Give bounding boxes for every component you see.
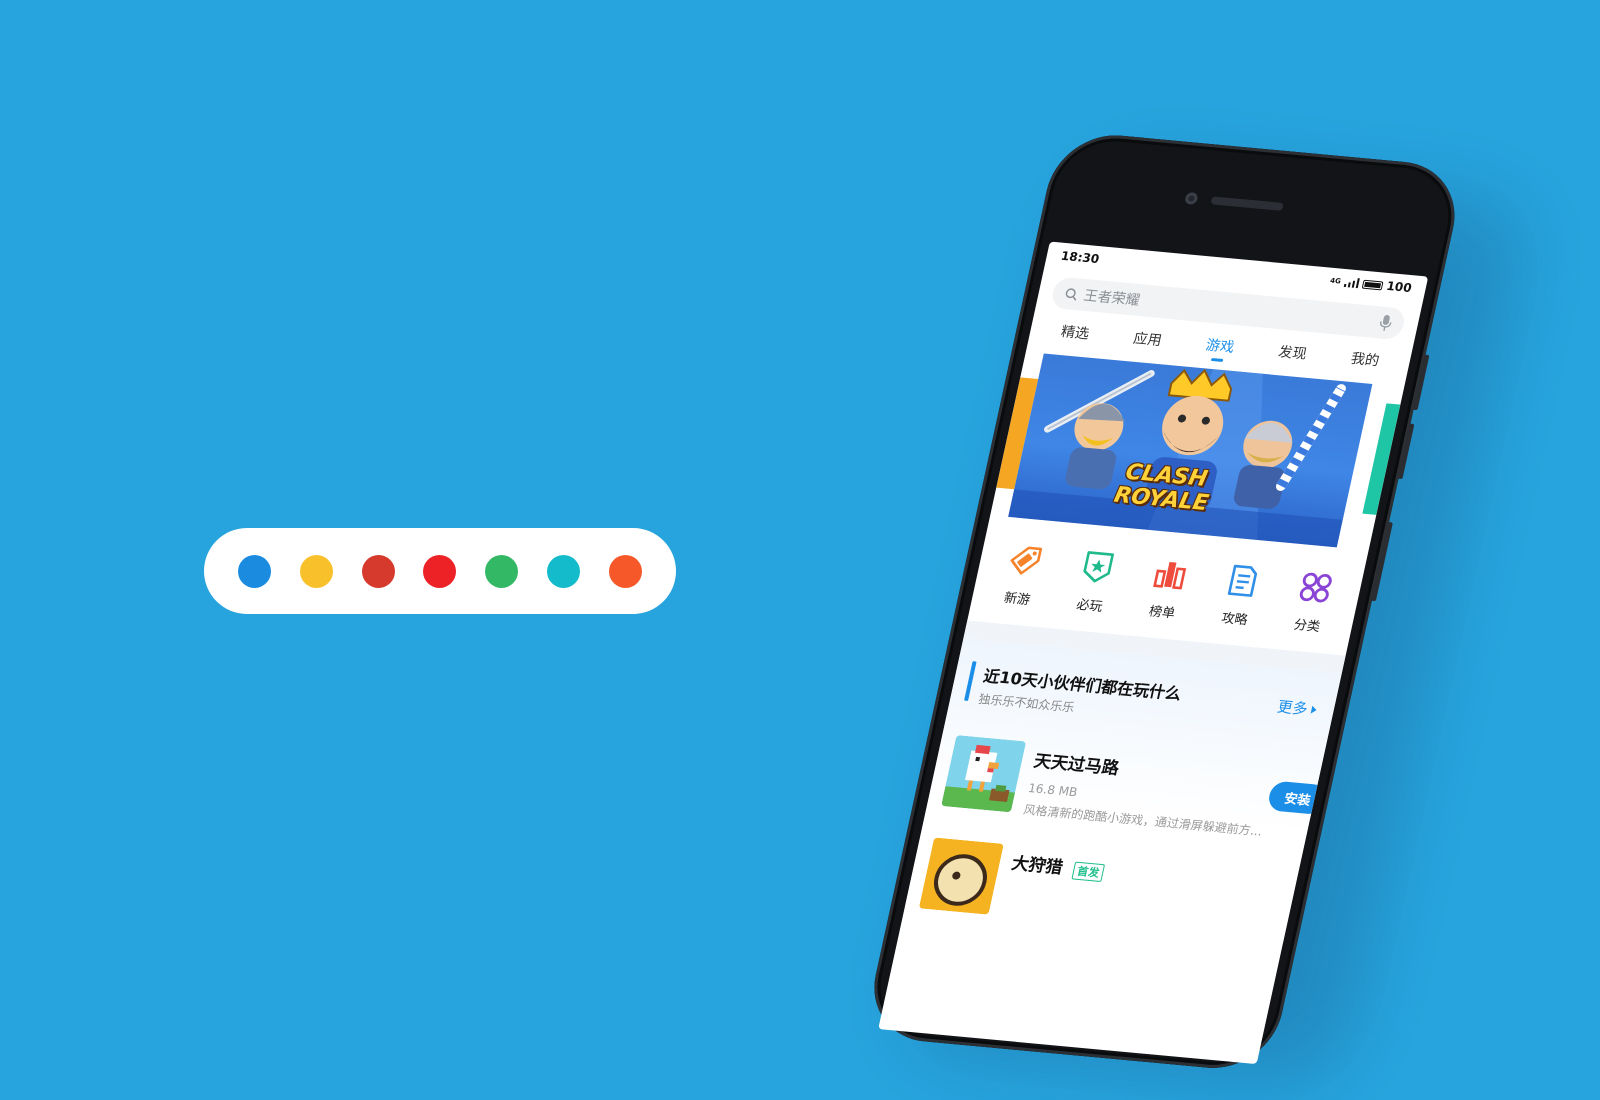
category-grid-icon (1294, 568, 1338, 607)
tab-discover[interactable]: 发现 (1275, 341, 1309, 371)
tab-mine[interactable]: 我的 (1347, 348, 1381, 378)
palette-swatch (423, 554, 457, 588)
search-placeholder: 王者荣耀 (1082, 288, 1142, 309)
section-header: 近10天小伙伴们都在玩什么 独乐乐不如众乐乐 更多 (963, 661, 1321, 738)
banner-clash-royale[interactable]: CLASH ROYALE (1008, 353, 1373, 548)
banner-artwork (1008, 368, 1346, 548)
palette-swatch (299, 554, 333, 588)
tab-featured[interactable]: 精选 (1057, 321, 1091, 351)
front-camera-icon (1184, 191, 1199, 205)
ranking-bars-icon (1149, 555, 1193, 594)
quick-link-label: 必玩 (1074, 597, 1104, 615)
palette-swatch (608, 554, 642, 588)
palette-swatch (361, 554, 395, 588)
app-info: 天天过马路 16.8 MB 风格清新的跑酷小游戏，通过滑屏躲避前方... (1022, 743, 1277, 840)
app-list-item[interactable]: 大狩猎 首发 (918, 837, 1283, 940)
more-link[interactable]: 更多 (1275, 696, 1319, 720)
quick-link-label: 攻略 (1219, 611, 1249, 629)
quick-link-label: 榜单 (1147, 604, 1177, 622)
quick-link-label: 新游 (1002, 590, 1032, 609)
battery-icon (1361, 279, 1384, 290)
quick-link-new-games[interactable]: 新游 (997, 541, 1047, 608)
banner-carousel: CLASH ROYALE (990, 352, 1404, 551)
battery-level: 100 (1385, 278, 1414, 296)
star-badge-icon (1076, 548, 1120, 587)
section-accent-bar (964, 661, 977, 701)
quick-links: 新游 必玩 榜单 攻略 分类 (971, 539, 1363, 638)
phone-mockup: 18:30 4G 100 王者荣耀 精选 应用 游戏 发现 我的 CLASH R… (858, 130, 1532, 1095)
status-indicators: 4G 100 (1329, 274, 1413, 295)
microphone-icon[interactable] (1378, 313, 1394, 332)
crossy-road-app-icon (941, 735, 1027, 813)
section-heading: 近10天小伙伴们都在玩什么 独乐乐不如众乐乐 (977, 662, 1281, 734)
banner-logo: CLASH ROYALE (1112, 460, 1215, 516)
quick-link-rankings[interactable]: 榜单 (1142, 555, 1192, 622)
palette-swatch (485, 554, 519, 588)
search-icon (1065, 287, 1077, 300)
more-label: 更多 (1275, 697, 1310, 719)
tab-games[interactable]: 游戏 (1202, 335, 1236, 365)
tab-apps[interactable]: 应用 (1130, 328, 1164, 358)
trending-section: 近10天小伙伴们都在玩什么 独乐乐不如众乐乐 更多 天天过马路 16.8 MB … (904, 638, 1342, 943)
big-hunt-app-icon (918, 837, 1004, 915)
quick-link-guides[interactable]: 攻略 (1215, 561, 1265, 628)
install-button[interactable]: 安装 (1266, 780, 1329, 816)
color-palette (204, 528, 676, 614)
network-type: 4G (1329, 276, 1342, 286)
quick-link-categories[interactable]: 分类 (1287, 568, 1337, 635)
quick-link-must-play[interactable]: 必玩 (1070, 548, 1120, 615)
app-info: 大狩猎 首发 (1010, 845, 1283, 898)
palette-swatch (547, 554, 581, 588)
app-name: 天天过马路 (1031, 751, 1121, 780)
app-list-item[interactable]: 天天过马路 16.8 MB 风格清新的跑酷小游戏，通过滑屏躲避前方... 安装 (940, 735, 1329, 842)
guide-doc-icon (1221, 561, 1265, 600)
chevron-right-icon (1310, 705, 1317, 714)
status-time: 18:30 (1059, 248, 1101, 267)
new-tag-icon (1004, 541, 1048, 580)
first-release-badge: 首发 (1071, 861, 1106, 882)
signal-icon (1343, 277, 1360, 289)
earpiece (1210, 196, 1284, 211)
app-name: 大狩猎 (1009, 853, 1065, 879)
quick-link-label: 分类 (1292, 617, 1322, 636)
palette-swatch (238, 554, 271, 588)
